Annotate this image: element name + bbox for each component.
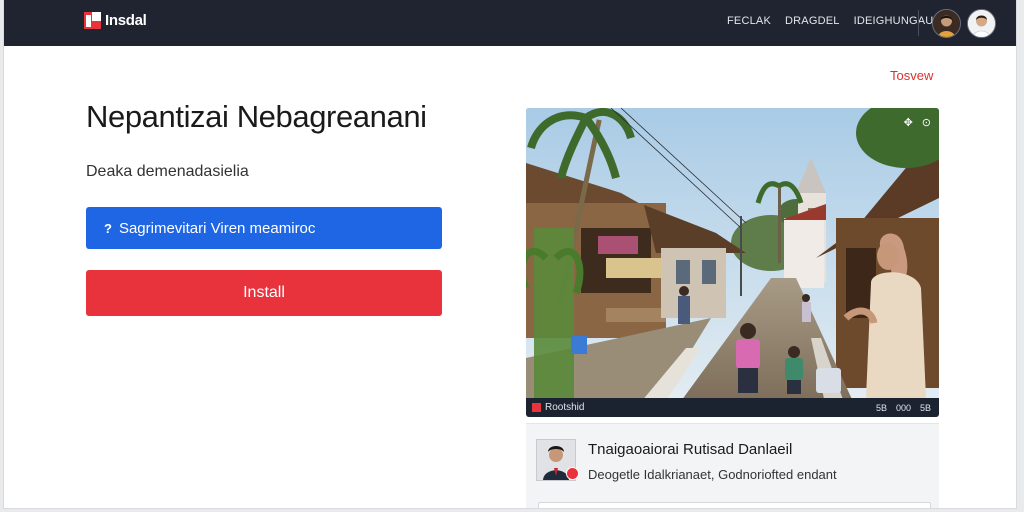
nav-item-1[interactable]: FECLAK: [727, 15, 771, 27]
user-avatar-2[interactable]: [967, 9, 996, 38]
video-control-1[interactable]: 5B: [876, 403, 887, 413]
video-title[interactable]: Tnaigaoaiorai Rutisad Danlaeil: [588, 441, 792, 458]
video-top-controls: ✥ ⊙: [904, 116, 931, 129]
pin-icon: ?: [104, 220, 112, 236]
village-street-thumbnail: [526, 108, 939, 417]
user-avatar-1[interactable]: [932, 9, 961, 38]
video-control-bar: Rootshid 5B 000 5B: [526, 398, 939, 417]
share-icon[interactable]: ✥: [904, 116, 913, 129]
page-subtitle: Deaka demenadasielia: [86, 163, 249, 180]
primary-action-button[interactable]: ? Sagrimevitari Viren meamiroc: [86, 207, 442, 249]
video-control-3[interactable]: 5B: [920, 403, 931, 413]
square-logo-icon: [84, 12, 101, 29]
channel-name[interactable]: Rootshid: [545, 402, 584, 413]
channel-logo-icon: [532, 403, 541, 412]
page-title: Nepantizai Nebagreanani: [86, 99, 427, 134]
preview-link[interactable]: Tosvew: [890, 68, 933, 83]
video-controls: 5B 000 5B: [876, 403, 931, 413]
video-subtitle: Deogetle Idalkrianaet, Godnoriofted enda…: [588, 467, 837, 482]
install-button[interactable]: Install: [86, 270, 442, 316]
video-control-2[interactable]: 000: [896, 403, 911, 413]
verified-badge-icon: [566, 467, 579, 480]
comment-input[interactable]: [538, 502, 931, 508]
install-button-label: Install: [243, 284, 285, 301]
top-navigation-bar: Insdal FECLAK DRAGDEL IDEIGHUNGAUNG: [4, 0, 1016, 46]
top-nav: FECLAK DRAGDEL IDEIGHUNGAUNG: [727, 15, 950, 27]
brand-logo[interactable]: Insdal: [84, 12, 147, 29]
video-info-card: Tnaigaoaiorai Rutisad Danlaeil Deogetle …: [526, 423, 939, 508]
brand-name: Insdal: [105, 12, 147, 29]
more-icon[interactable]: ⊙: [922, 116, 931, 129]
nav-divider: [918, 10, 919, 36]
app-window: Insdal FECLAK DRAGDEL IDEIGHUNGAUNG Tosv…: [4, 0, 1016, 508]
primary-action-label: Sagrimevitari Viren meamiroc: [118, 219, 316, 237]
video-player[interactable]: ✥ ⊙ Rootshid 5B 000 5B: [526, 108, 939, 417]
nav-item-2[interactable]: DRAGDEL: [785, 15, 840, 27]
